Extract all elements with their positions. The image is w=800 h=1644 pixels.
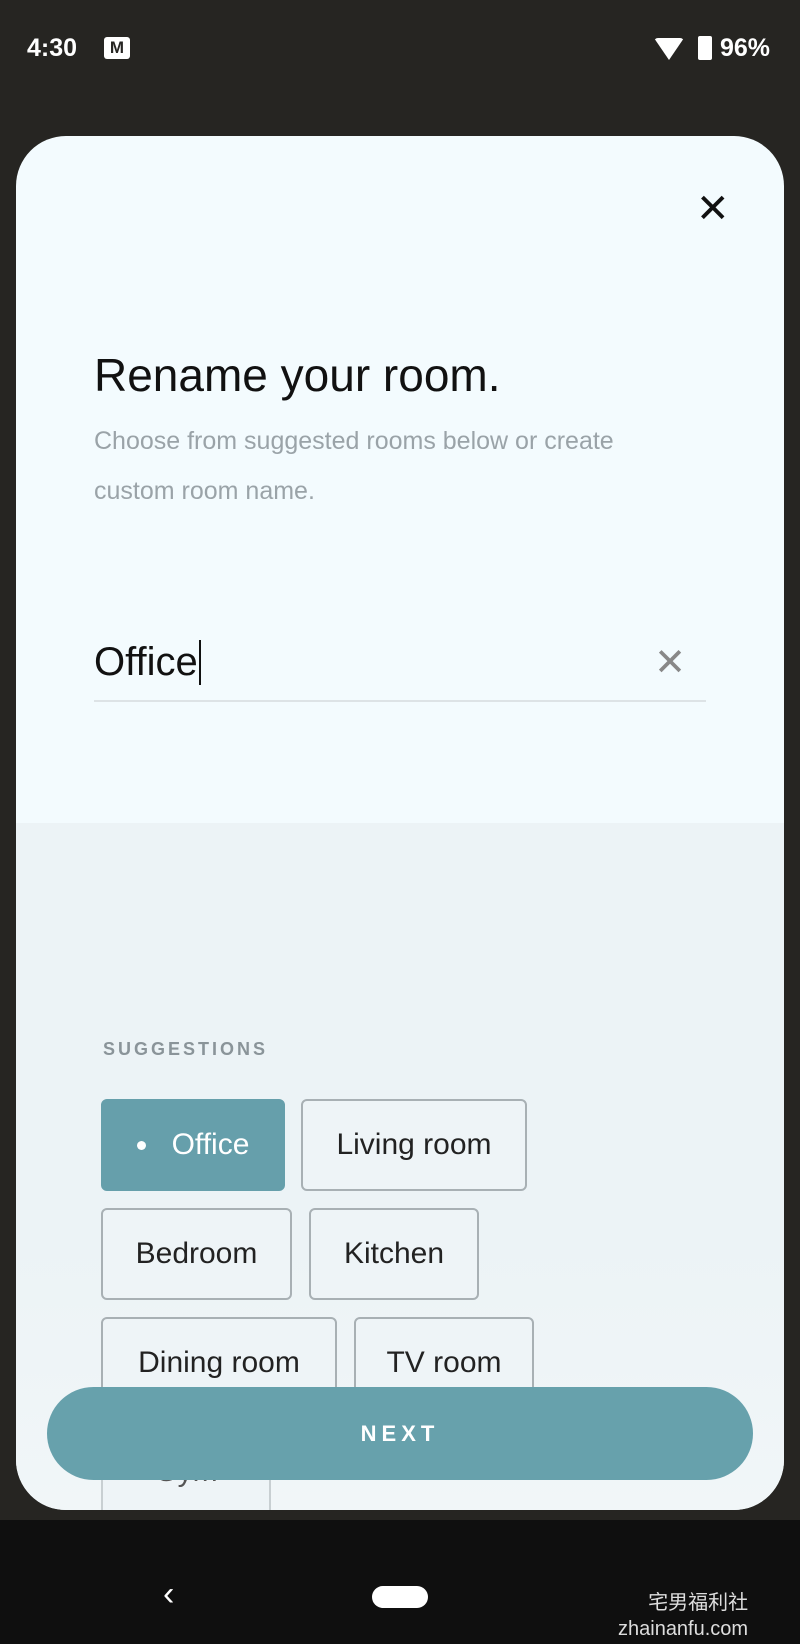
dialog-subtitle: Choose from suggested rooms below or cre… xyxy=(94,427,614,505)
selected-dot-icon xyxy=(136,1140,146,1150)
dialog-title: Rename your room. xyxy=(94,349,501,401)
room-name-input[interactable]: Office ✕ xyxy=(94,632,706,702)
rename-dialog: ✕ Rename your room. Choose from suggeste… xyxy=(16,136,784,1510)
wifi-icon xyxy=(654,38,684,60)
clock: 4:30 xyxy=(27,34,78,62)
chip-office[interactable]: Office xyxy=(101,1099,285,1191)
close-icon[interactable]: ✕ xyxy=(696,186,730,232)
chip-kitchen[interactable]: Kitchen xyxy=(309,1208,479,1300)
suggestions-label: SUGGESTIONS xyxy=(103,1039,269,1059)
watermark-url: zhainanfu.com xyxy=(618,1618,749,1640)
chip-bedroom[interactable]: Bedroom xyxy=(101,1208,292,1300)
room-name-value[interactable]: Office xyxy=(94,640,201,685)
chip-label: Office xyxy=(171,1128,250,1161)
battery-percent: 96% xyxy=(720,34,771,62)
next-button[interactable]: NEXT xyxy=(47,1387,753,1480)
battery-icon xyxy=(698,36,712,60)
status-bar: 4:30 M 96% xyxy=(0,0,800,100)
watermark: 宅男福利社 zhainanfu.com xyxy=(618,1590,748,1642)
gmail-icon: M xyxy=(104,37,130,59)
back-nav-icon[interactable]: ‹ xyxy=(163,1575,174,1614)
home-pill-button[interactable] xyxy=(372,1586,428,1608)
clear-input-icon[interactable]: ✕ xyxy=(654,640,686,685)
watermark-cn: 宅男福利社 xyxy=(648,1592,749,1614)
chip-living-room[interactable]: Living room xyxy=(301,1099,527,1191)
